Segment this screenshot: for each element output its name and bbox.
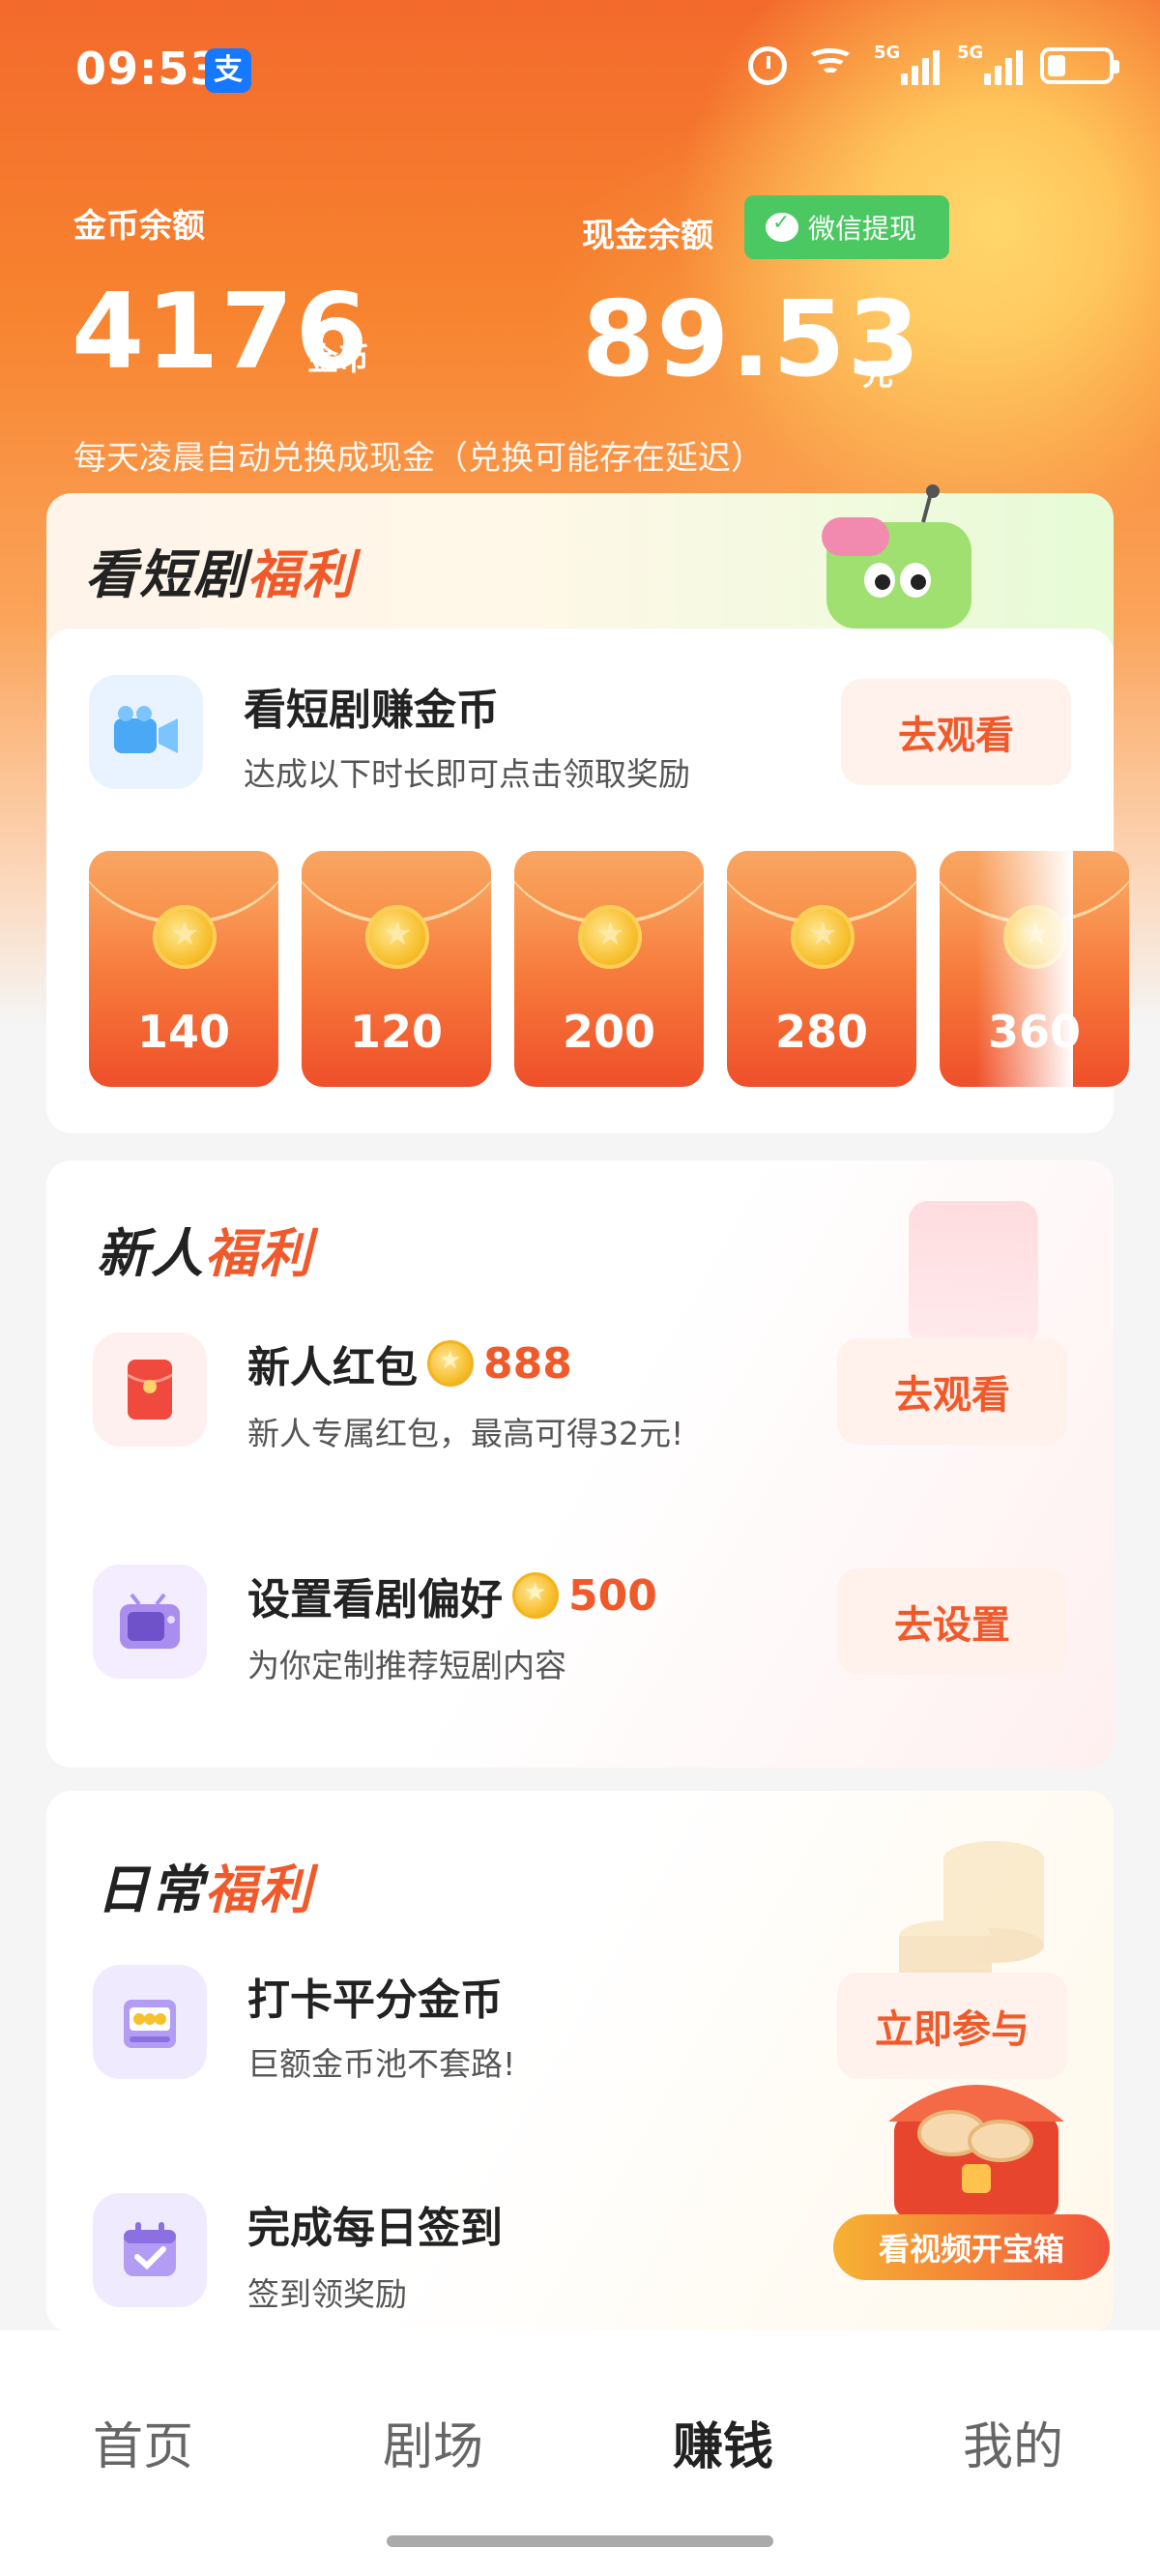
alarm-icon	[748, 46, 787, 85]
video-camera-icon	[89, 675, 203, 789]
daily-section-title: 日常福利	[97, 1859, 313, 1920]
cash-balance-unit: 元	[862, 356, 894, 393]
calendar-check-icon	[93, 2193, 207, 2307]
coin-balance-label: 金币余额	[73, 207, 205, 246]
set-preference-button[interactable]: 去设置	[837, 1568, 1067, 1675]
cash-balance-label: 现金余额	[582, 217, 713, 255]
status-bar: 09:53 支 5G 5G	[0, 0, 1160, 135]
newbie-rewards-card: 新人福利	[46, 1160, 1114, 1768]
daily-signin-title: 完成每日签到	[247, 2204, 503, 2253]
wifi-icon	[804, 46, 856, 85]
checkin-pool-subtitle: 巨额金币池不套路!	[247, 2045, 516, 2083]
signal-icon: 5G	[957, 43, 1023, 85]
nav-home[interactable]: 首页	[93, 2406, 193, 2478]
newbie-watch-button[interactable]: 去观看	[837, 1338, 1067, 1445]
newbie-red-packet-subtitle: 新人专属红包，最高可得32元!	[247, 1415, 684, 1452]
nav-mine[interactable]: 我的	[963, 2406, 1063, 2478]
nav-earn[interactable]: 赚钱	[673, 2406, 773, 2478]
daily-signin-subtitle: 签到领奖励	[247, 2275, 407, 2313]
red-packet-icon	[93, 1332, 207, 1447]
open-treasure-badge[interactable]: 看视频开宝箱	[833, 2214, 1110, 2280]
reward-envelope[interactable]: 140	[89, 851, 278, 1087]
coin-icon	[365, 905, 429, 969]
coin-icon	[512, 1572, 559, 1619]
tv-icon	[93, 1565, 207, 1679]
slot-machine-icon	[93, 1965, 207, 2079]
treasure-chest-icon[interactable]	[875, 2058, 1078, 2222]
coin-reward-amount: 888	[483, 1338, 572, 1389]
coin-reward-amount: 500	[568, 1570, 657, 1621]
wechat-icon	[766, 211, 798, 242]
status-time: 09:53	[75, 43, 222, 95]
robot-mascot-icon	[822, 484, 972, 629]
reward-envelope[interactable]: 120	[302, 851, 491, 1087]
coin-stack-decoration	[899, 1841, 1044, 1975]
wechat-withdraw-label: 微信提现	[808, 213, 917, 245]
battery-icon	[1040, 47, 1119, 84]
watch-drama-button[interactable]: 去观看	[841, 679, 1071, 785]
preference-task-subtitle: 为你定制推荐短剧内容	[247, 1647, 566, 1684]
reward-envelope[interactable]: 200	[514, 851, 704, 1087]
coin-icon	[791, 905, 855, 969]
nav-theater[interactable]: 剧场	[383, 2406, 483, 2478]
newbie-red-packet-title: 新人红包 888	[247, 1332, 572, 1394]
scroll-fade	[976, 841, 1073, 1093]
red-packet-decoration	[909, 1201, 1038, 1346]
coin-balance-unit: 金币	[307, 340, 370, 377]
signal-icon: 5G	[874, 43, 940, 85]
coin-icon	[427, 1340, 474, 1387]
reward-envelope[interactable]: 280	[727, 851, 916, 1087]
alipay-icon: 支	[205, 48, 251, 93]
drama-task-title: 看短剧赚金币	[244, 686, 499, 735]
drama-section-title: 看短剧福利	[85, 544, 356, 605]
drama-task-subtitle: 达成以下时长即可点击领取奖励	[244, 755, 690, 793]
newbie-section-title: 新人福利	[97, 1223, 313, 1284]
status-icons: 5G 5G	[748, 43, 1119, 85]
coin-icon	[578, 905, 642, 969]
home-indicator[interactable]	[387, 2535, 773, 2547]
coin-icon	[153, 905, 217, 969]
wechat-withdraw-button[interactable]: 微信提现	[744, 195, 949, 259]
preference-task-title: 设置看剧偏好 500	[247, 1565, 657, 1626]
exchange-notice: 每天凌晨自动兑换成现金（兑换可能存在延迟）	[73, 439, 764, 478]
checkin-pool-title: 打卡平分金币	[247, 1976, 503, 2025]
